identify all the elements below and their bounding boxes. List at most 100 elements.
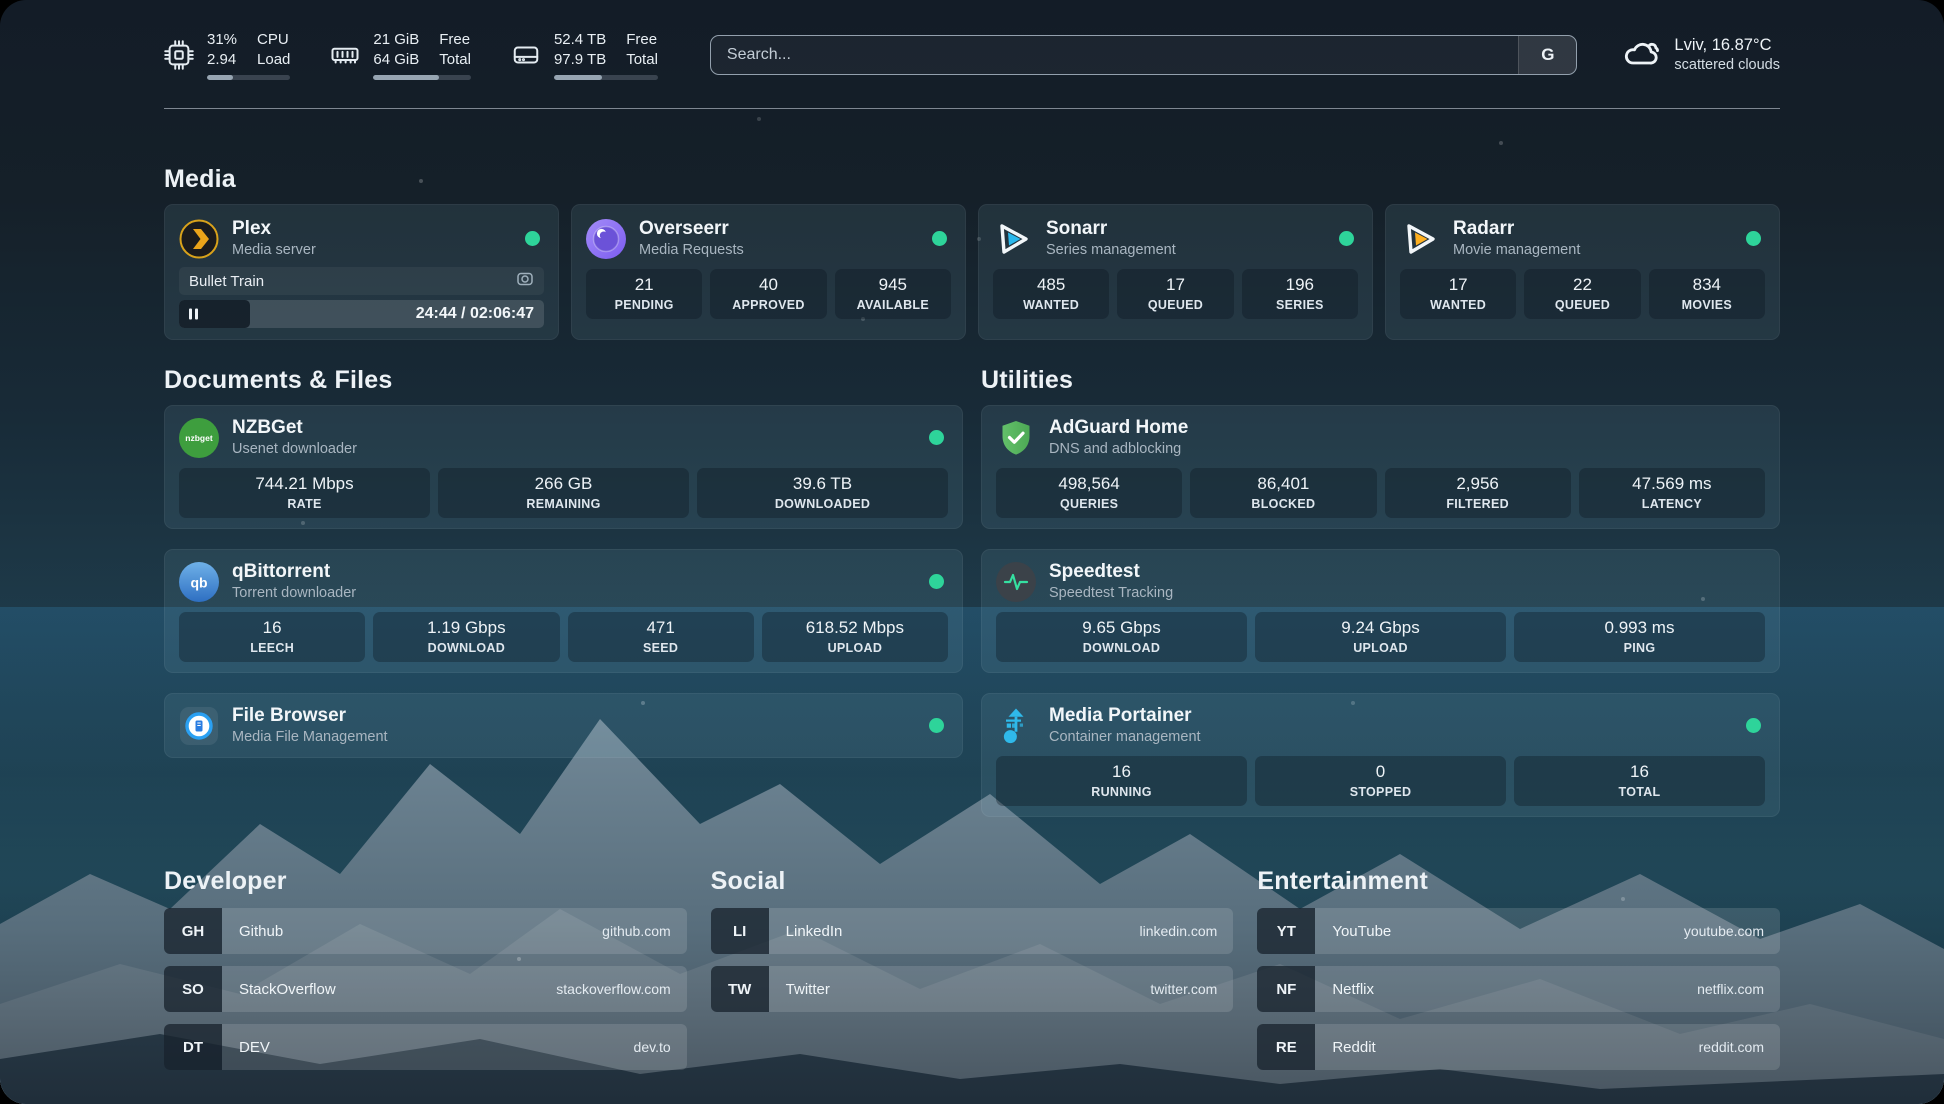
memory-free-label: Free [439,30,471,49]
service-subtitle: Media File Management [232,728,388,747]
bookmark-reddit[interactable]: RE Reddit reddit.com [1257,1024,1780,1070]
cpu-value: 31% [207,30,237,49]
service-card-nzbget[interactable]: nzbget NZBGet Usenet downloader 74 [164,405,963,529]
bookmark-youtube[interactable]: YT YouTube youtube.com [1257,908,1780,954]
bookmark-name: StackOverflow [222,966,556,1012]
bookmark-name: LinkedIn [769,908,1140,954]
service-name: qBittorrent [232,560,356,584]
topbar: 31% CPU 2.94 Load 21 [164,30,1780,80]
svg-text:qb: qb [190,574,207,590]
utilities-section-heading: Utilities [981,366,1780,395]
search-input[interactable] [711,36,1519,74]
service-name: File Browser [232,704,388,728]
service-name: Media Portainer [1049,704,1201,728]
speedtest-icon [996,562,1036,602]
now-playing-title: Bullet Train [189,273,264,290]
bookmark-url: twitter.com [1150,966,1233,1012]
disk-progress-track [554,75,658,80]
now-playing-row: Bullet Train [179,267,544,295]
status-dot [1339,231,1354,246]
search-provider-button[interactable]: G [1518,36,1576,74]
service-card-radarr[interactable]: Radarr Movie management 17 WANTED 22 QUE… [1385,204,1780,340]
stat-leech: 16 LEECH [179,612,365,662]
stat-ping: 0.993 ms PING [1514,612,1765,662]
sonarr-icon [993,219,1033,259]
stat-queries: 498,564 QUERIES [996,468,1182,518]
stat-remaining: 266 GB REMAINING [438,468,689,518]
weather-condition: scattered clouds [1674,56,1780,75]
memory-total-value: 64 GiB [373,50,419,69]
stat-rate: 744.21 Mbps RATE [179,468,430,518]
bookmark-netflix[interactable]: NF Netflix netflix.com [1257,966,1780,1012]
bookmark-twitter[interactable]: TW Twitter twitter.com [711,966,1234,1012]
search-bar: G [710,35,1578,75]
bookmark-group-social: Social LI LinkedIn linkedin.com TW Twitt… [711,867,1234,1070]
service-card-sonarr[interactable]: Sonarr Series management 485 WANTED 17 Q… [978,204,1373,340]
stat-upload: 9.24 Gbps UPLOAD [1255,612,1506,662]
bookmark-name: YouTube [1315,908,1684,954]
adguard-icon [996,418,1036,458]
cpu-progress-track [207,75,290,80]
developer-section-heading: Developer [164,867,687,896]
service-card-plex[interactable]: Plex Media server Bullet Train [164,204,559,340]
social-section-heading: Social [711,867,1234,896]
bookmark-abbr: YT [1257,908,1315,954]
stat-total: 16 TOTAL [1514,756,1765,806]
bookmark-stackoverflow[interactable]: SO StackOverflow stackoverflow.com [164,966,687,1012]
now-playing-time: 24:44 / 02:06:47 [416,300,534,328]
stat-stopped: 0 STOPPED [1255,756,1506,806]
bookmark-url: github.com [602,908,686,954]
weather-location-temp: Lviv, 16.87°C [1674,35,1780,56]
bookmark-abbr: GH [164,908,222,954]
status-dot [1746,718,1761,733]
disk-progress-fill [554,75,602,80]
pause-icon [189,309,198,320]
status-dot [929,718,944,733]
service-card-overseerr[interactable]: Overseerr Media Requests 21 PENDING 40 A… [571,204,966,340]
service-subtitle: Speedtest Tracking [1049,584,1173,603]
stat-latency: 47.569 ms LATENCY [1579,468,1765,518]
bookmark-dev[interactable]: DT DEV dev.to [164,1024,687,1070]
service-card-speedtest[interactable]: Speedtest Speedtest Tracking 9.65 Gbps D… [981,549,1780,673]
service-subtitle: Media server [232,241,316,260]
bookmark-abbr: NF [1257,966,1315,1012]
stat-upload: 618.52 Mbps UPLOAD [762,612,948,662]
service-card-qbittorrent[interactable]: qb qBittorrent Torrent downloader [164,549,963,673]
documents-section-heading: Documents & Files [164,366,963,395]
status-dot [929,574,944,589]
bookmark-name: Twitter [769,966,1151,1012]
now-playing-progress: 24:44 / 02:06:47 [179,300,544,328]
bookmark-linkedin[interactable]: LI LinkedIn linkedin.com [711,908,1234,954]
bookmark-name: DEV [222,1024,634,1070]
service-card-portainer[interactable]: Media Portainer Container management 16 … [981,693,1780,817]
status-dot [525,231,540,246]
topbar-divider [164,108,1780,109]
disk-total-label: Total [626,50,658,69]
service-card-filebrowser[interactable]: File Browser Media File Management [164,693,963,758]
plex-icon [179,219,219,259]
service-subtitle: Movie management [1453,241,1580,260]
stat-available: 945 AVAILABLE [835,269,951,319]
disk-icon [511,40,541,70]
portainer-icon [996,706,1036,746]
bookmark-group-entertainment: Entertainment YT YouTube youtube.com NF … [1257,867,1780,1070]
stat-download: 9.65 Gbps DOWNLOAD [996,612,1247,662]
memory-progress-fill [373,75,438,80]
stat-queued: 17 QUEUED [1117,269,1233,319]
stat-filtered: 2,956 FILTERED [1385,468,1571,518]
bookmark-url: reddit.com [1699,1024,1780,1070]
status-dot [1746,231,1761,246]
service-name: Overseerr [639,217,744,241]
service-card-adguard[interactable]: AdGuard Home DNS and adblocking 498,564 … [981,405,1780,529]
service-name: Plex [232,217,316,241]
service-subtitle: Usenet downloader [232,440,357,459]
bookmark-abbr: SO [164,966,222,1012]
bookmark-github[interactable]: GH Github github.com [164,908,687,954]
entertainment-section-heading: Entertainment [1257,867,1780,896]
qbittorrent-icon: qb [179,562,219,602]
status-dot [932,231,947,246]
bookmark-url: netflix.com [1697,966,1780,1012]
bookmark-url: youtube.com [1684,908,1780,954]
service-name: NZBGet [232,416,357,440]
stat-movies: 834 MOVIES [1649,269,1765,319]
